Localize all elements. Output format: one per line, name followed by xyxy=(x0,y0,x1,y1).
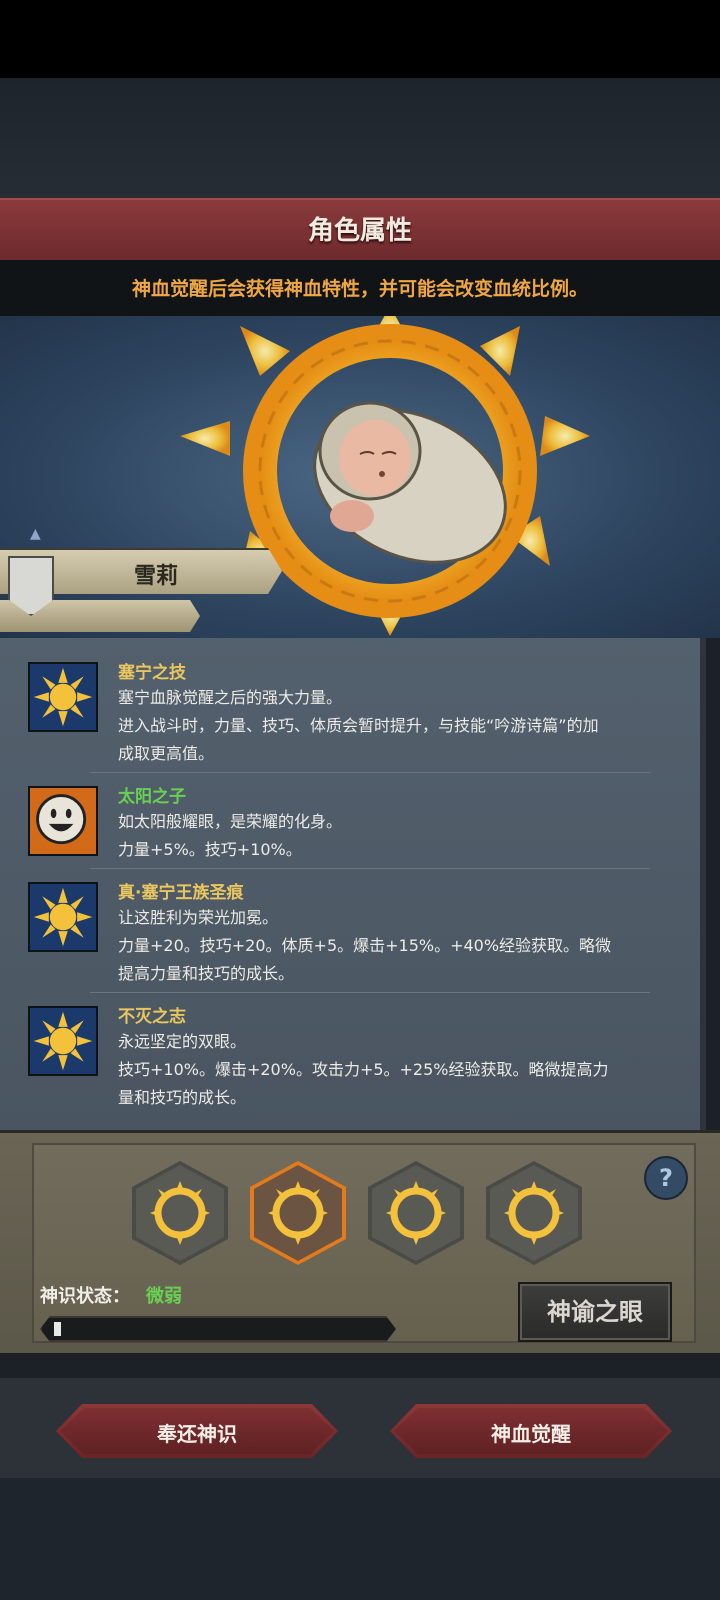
trait-desc-line: 进入战斗时，力量、技巧、体质会暂时提升，与技能“吟游诗篇”的加 xyxy=(118,716,599,735)
oracle-eye-button[interactable]: 神谕之眼 xyxy=(518,1282,672,1342)
help-button[interactable]: ? xyxy=(644,1156,688,1200)
trait-desc-line: 让这胜利为荣光加冕。 xyxy=(118,908,279,927)
top-background xyxy=(0,78,720,198)
title-bar: 角色属性 xyxy=(0,198,720,262)
trait-desc-line: 技巧+10%。爆击+20%。攻击力+5。+25%经验获取。略微提高力 xyxy=(118,1060,609,1079)
page-title: 角色属性 xyxy=(307,216,412,246)
list-item: 太阳之子 如太阳般耀眼，是荣耀的化身。 力量+5%。技巧+10%。 xyxy=(28,782,688,872)
sun-ring-icon xyxy=(504,1181,564,1245)
divider xyxy=(90,992,650,993)
sun-icon xyxy=(28,882,98,952)
status-bar-area xyxy=(0,0,720,78)
sun-ring-icon xyxy=(268,1181,328,1245)
progress-fill xyxy=(54,1322,61,1336)
action-bar: 奉还神识 神血觉醒 xyxy=(0,1378,720,1478)
status-label: 神识状态： xyxy=(40,1286,130,1307)
sun-ring-icon xyxy=(150,1181,210,1245)
trait-desc-line: 力量+5%。技巧+10%。 xyxy=(118,840,302,859)
sun-ring-icon xyxy=(386,1181,446,1245)
sun-icon xyxy=(28,662,98,732)
page-subtitle: 神血觉醒后会获得神血特性，并可能会改变血统比例。 xyxy=(131,278,588,300)
divider xyxy=(90,772,650,773)
baby-portrait-icon xyxy=(313,401,507,564)
divine-sense-progress xyxy=(40,1316,396,1342)
return-button-label: 奉还神识 xyxy=(157,1422,237,1446)
subtitle-bar: 神血觉醒后会获得神血特性，并可能会改变血统比例。 xyxy=(0,260,720,316)
trait-desc-line: 量和技巧的成长。 xyxy=(118,1088,247,1107)
trait-name: 不灭之志 xyxy=(118,1007,186,1027)
trait-name: 太阳之子 xyxy=(118,787,186,807)
awaken-button-label: 神血觉醒 xyxy=(491,1422,571,1446)
trait-desc-line: 力量+20。技巧+20。体质+5。爆击+15%。+40%经验获取。略微 xyxy=(118,936,612,955)
list-item: 塞宁之技 塞宁血脉觉醒之后的强大力量。 进入战斗时，力量、技巧、体质会暂时提升，… xyxy=(28,658,688,778)
character-name: 雪莉 xyxy=(134,564,179,589)
list-item: 不灭之志 永远坚定的双眼。 技巧+10%。爆击+20%。攻击力+5。+25%经验… xyxy=(28,1002,688,1122)
sun-icon xyxy=(28,1006,98,1076)
status-value: 微弱 xyxy=(146,1286,182,1307)
trait-desc-line: 永远坚定的双眼。 xyxy=(118,1032,247,1051)
divider xyxy=(90,868,650,869)
oracle-eye-label: 神谕之眼 xyxy=(547,1298,643,1326)
smiley-face-icon xyxy=(28,786,98,856)
list-item: 真·塞宁王族圣痕 让这胜利为荣光加冕。 力量+20。技巧+20。体质+5。爆击+… xyxy=(28,878,688,998)
trait-name: 塞宁之技 xyxy=(118,663,186,683)
trait-desc-line: 提高力量和技巧的成长。 xyxy=(118,964,295,983)
return-divine-sense-button[interactable]: 奉还神识 xyxy=(56,1404,338,1458)
trait-desc-line: 成取更高值。 xyxy=(118,744,215,763)
bottom-background xyxy=(0,1478,720,1600)
trait-list[interactable]: 塞宁之技 塞宁血脉觉醒之后的强大力量。 进入战斗时，力量、技巧、体质会暂时提升，… xyxy=(0,638,706,1130)
blood-awaken-button[interactable]: 神血觉醒 xyxy=(390,1404,672,1458)
trait-name: 真·塞宁王族圣痕 xyxy=(118,883,244,903)
trait-desc-line: 如太阳般耀眼，是荣耀的化身。 xyxy=(118,812,343,831)
trait-desc-line: 塞宁血脉觉醒之后的强大力量。 xyxy=(118,688,343,707)
rank-up-icon: ▲ xyxy=(30,526,41,542)
